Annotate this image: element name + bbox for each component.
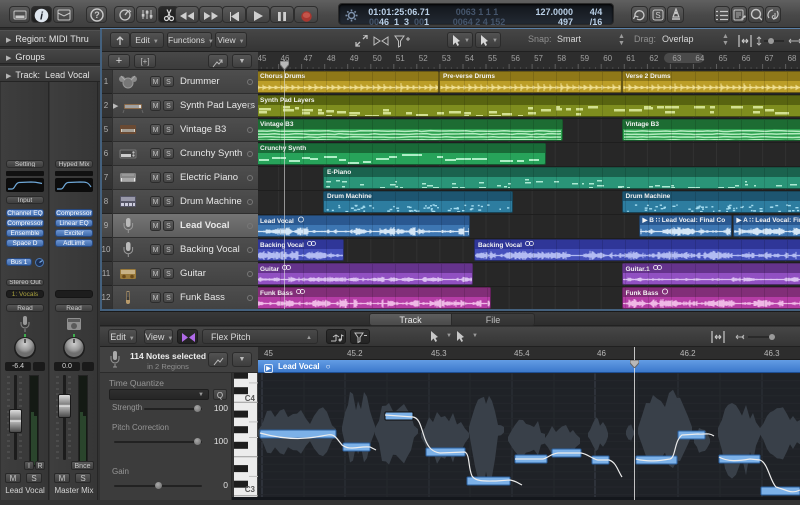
svg-text:S: S [655, 11, 660, 20]
svg-text:?: ? [94, 10, 100, 20]
